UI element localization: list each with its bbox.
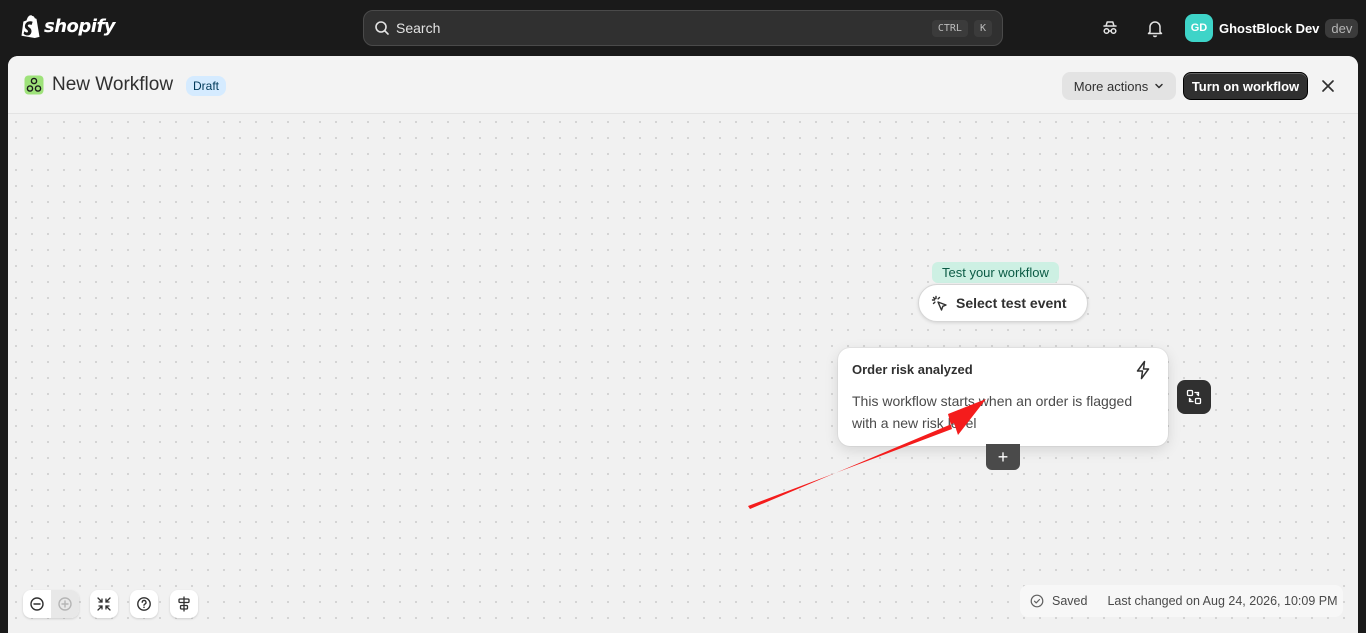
account-menu[interactable]: GD GhostBlock Dev dev [1185,14,1359,42]
save-status: Saved Last changed on Aug 24, 2026, 10:0… [1020,585,1343,617]
shopify-bag-icon [21,15,40,38]
search-placeholder: Search [396,20,441,36]
top-bar: shopify Search CTRL K GD GhostBlock Dev … [0,0,1366,56]
fit-view-button[interactable] [90,590,118,618]
last-changed-text: Last changed on Aug 24, 2026, 10:09 PM [1107,594,1338,608]
search-input[interactable]: Search CTRL K [363,10,1003,46]
shortcut-key-ctrl: CTRL [931,19,968,37]
shortcut-key-k: K [973,19,992,37]
store-tag: dev [1325,18,1359,38]
trigger-title: Order risk analyzed [852,362,973,377]
select-test-event-button[interactable]: Select test event [918,284,1088,322]
question-icon [137,597,151,611]
turn-on-workflow-button[interactable]: Turn on workflow [1183,72,1308,100]
avatar: GD [1185,14,1213,42]
close-icon[interactable] [1318,76,1338,96]
page-title: New Workflow [52,74,174,95]
more-actions-label: More actions [1073,78,1149,94]
trigger-card[interactable]: Order risk analyzed This workflow starts… [838,348,1168,446]
search-icon [375,21,389,35]
zoom-in-button[interactable] [51,590,79,618]
trigger-description: This workflow starts when an order is fl… [852,393,1133,431]
shopify-logo[interactable]: shopify [20,14,116,38]
cursor-click-icon [931,295,947,311]
add-step-button[interactable]: + [986,444,1020,470]
help-button[interactable] [130,590,158,618]
zoom-out-icon [30,597,44,611]
check-circle-icon [1030,594,1044,608]
search-shortcut: CTRL K [931,19,992,37]
bell-icon[interactable] [1145,18,1165,38]
status-badge: Draft [186,76,227,96]
align-button[interactable] [170,590,198,618]
saved-label: Saved [1052,594,1088,608]
incognito-icon[interactable] [1100,18,1120,38]
bolt-icon [1136,360,1150,380]
swap-icon [1186,389,1202,405]
account-name: GhostBlock Dev [1219,20,1320,36]
brand-wordmark: shopify [44,15,116,37]
align-center-icon [178,596,190,612]
workflow-editor-panel: New Workflow Draft More actions Turn on … [8,56,1358,633]
chevron-down-icon [1155,83,1163,89]
select-test-event-label: Select test event [956,295,1067,311]
flow-app-icon [24,75,44,95]
zoom-controls [23,590,79,618]
collapse-icon [97,597,111,611]
editor-header: New Workflow Draft More actions Turn on … [8,56,1358,114]
more-actions-button[interactable]: More actions [1062,72,1176,100]
workflow-canvas[interactable]: Test your workflow Select test event Ord… [8,114,1358,633]
replace-trigger-button[interactable] [1177,380,1211,414]
zoom-out-button[interactable] [23,590,51,618]
test-workflow-label: Test your workflow [932,262,1059,283]
zoom-in-icon [58,597,72,611]
